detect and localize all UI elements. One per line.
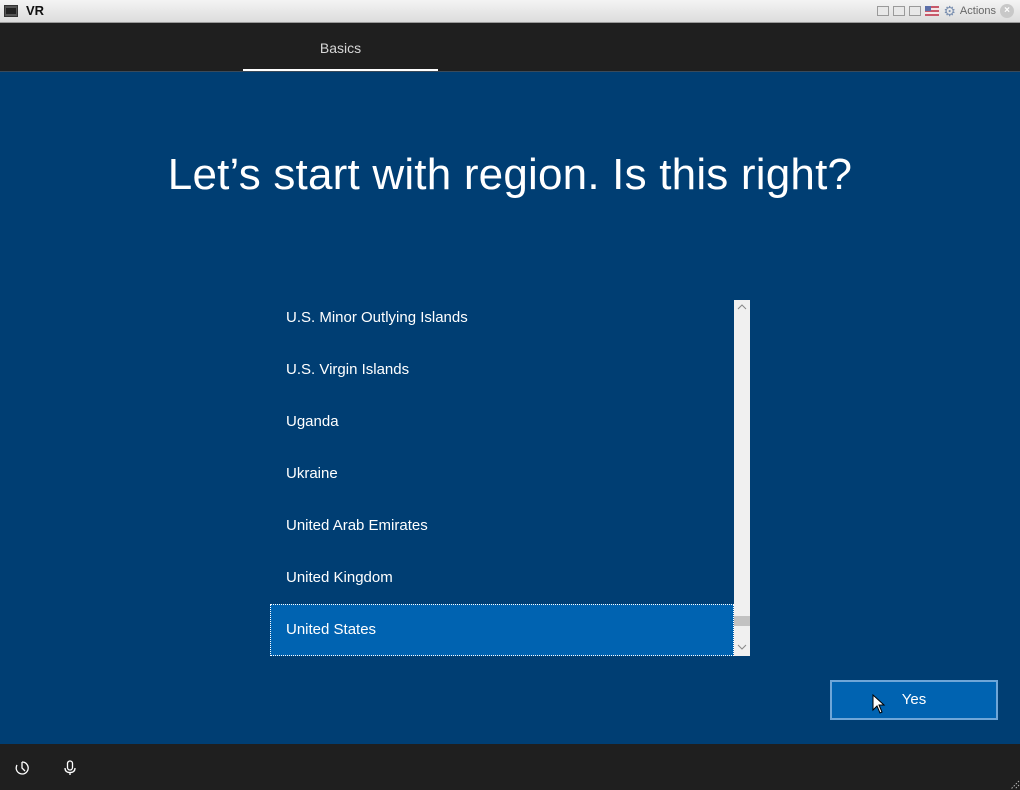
page-title: Let’s start with region. Is this right? xyxy=(167,150,853,199)
gear-icon[interactable]: ⚙ xyxy=(943,4,956,18)
scroll-thumb[interactable] xyxy=(734,616,750,626)
close-icon[interactable]: × xyxy=(1000,4,1014,18)
microphone-icon[interactable] xyxy=(62,760,78,776)
ease-of-access-icon[interactable] xyxy=(14,760,30,776)
vm-actions-menu[interactable]: Actions xyxy=(960,5,996,17)
tab-basics: Basics xyxy=(319,40,362,56)
list-item[interactable]: Ukraine xyxy=(270,448,734,500)
vm-window-icon xyxy=(4,5,18,17)
list-item[interactable]: U.S. Virgin Islands xyxy=(270,344,734,396)
vm-view-icon-2[interactable] xyxy=(893,6,906,16)
scroll-up-icon[interactable] xyxy=(734,300,750,316)
mouse-cursor-icon xyxy=(872,694,886,714)
list-item-selected[interactable]: United States xyxy=(270,604,734,656)
list-item[interactable]: U.S. Minor Outlying Islands xyxy=(270,300,734,344)
list-item[interactable]: United Arab Emirates xyxy=(270,500,734,552)
oobe-footer xyxy=(0,744,1020,790)
oobe-header: Basics xyxy=(0,23,1020,71)
vm-view-icon-3[interactable] xyxy=(909,6,922,16)
scroll-down-icon[interactable] xyxy=(734,640,750,656)
list-item[interactable]: Uganda xyxy=(270,396,734,448)
region-list-viewport: U.S. Minor Outlying Islands U.S. Virgin … xyxy=(270,300,734,656)
header-divider xyxy=(0,71,1020,72)
vm-view-icon-1[interactable] xyxy=(877,6,890,16)
vm-controls: ⚙ Actions × xyxy=(877,3,1014,19)
vm-title-bar: VR ⚙ Actions × xyxy=(0,0,1020,23)
keyboard-layout-flag-icon[interactable] xyxy=(925,6,940,16)
list-item[interactable]: United Kingdom xyxy=(270,552,734,604)
yes-button[interactable]: Yes xyxy=(830,680,998,720)
vm-window-title: VR xyxy=(26,3,45,18)
region-list[interactable]: U.S. Minor Outlying Islands U.S. Virgin … xyxy=(270,300,750,656)
resize-grip-icon[interactable] xyxy=(1008,778,1020,790)
region-list-scrollbar[interactable] xyxy=(734,300,750,656)
